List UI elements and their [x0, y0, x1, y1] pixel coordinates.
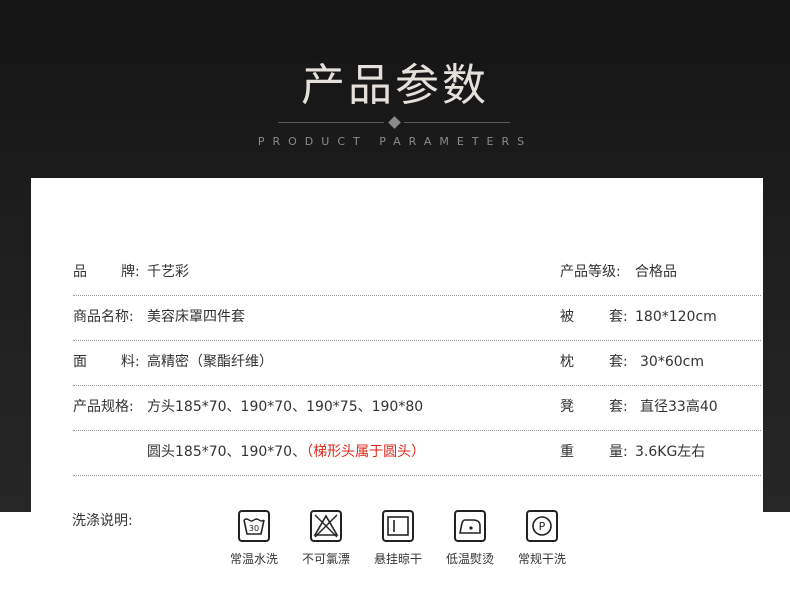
- stool-label-b: 套:: [609, 399, 628, 415]
- spec-round-value: 圆头185*70、190*70、（梯形头属于圆头）: [147, 444, 426, 460]
- low-iron-icon: [454, 510, 486, 542]
- stool-value: 直径33高40: [640, 399, 718, 415]
- brand-label-a: 品: [73, 264, 87, 280]
- grade-value: 合格品: [635, 264, 677, 280]
- no-bleach-icon: [310, 510, 342, 542]
- brand-label-b: 牌:: [121, 264, 140, 280]
- param-row-spec-round: 圆头185*70、190*70、（梯形头属于圆头） 重 量: 3.6KG左右: [73, 430, 761, 476]
- product-name-value: 美容床罩四件套: [147, 309, 245, 325]
- grade-label: 产品等级:: [560, 264, 621, 280]
- duvet-value: 180*120cm: [635, 309, 717, 325]
- page-subtitle: PRODUCT PARAMETERS: [257, 135, 533, 148]
- care-item-hang-dry: 悬挂晾干: [363, 510, 433, 567]
- param-row-brand: 品 牌: 千艺彩 产品等级: 合格品: [73, 250, 761, 296]
- param-row-product-name: 商品名称: 美容床罩四件套 被 套: 180*120cm: [73, 295, 761, 341]
- material-value: 高精密（聚酯纤维）: [147, 354, 273, 370]
- material-label-a: 面: [73, 354, 87, 370]
- pillow-value: 30*60cm: [640, 354, 704, 370]
- product-name-label: 商品名称:: [73, 309, 134, 325]
- svg-text:30: 30: [249, 524, 259, 533]
- care-caption-hang-dry: 悬挂晾干: [373, 552, 422, 566]
- dry-clean-icon: P: [526, 510, 558, 542]
- care-caption-low-iron: 低温熨烫: [445, 552, 494, 566]
- spec-square-value: 方头185*70、190*70、190*75、190*80: [147, 399, 424, 415]
- duvet-label-a: 被: [560, 309, 574, 325]
- spec-label: 产品规格:: [73, 399, 134, 415]
- title-divider-left: [278, 122, 384, 123]
- weight-value: 3.6KG左右: [635, 444, 706, 460]
- pillow-label-a: 枕: [560, 354, 574, 370]
- care-item-no-bleach: 不可氯漂: [291, 510, 361, 567]
- washing-instructions-label: 洗涤说明:: [72, 513, 133, 529]
- duvet-label-b: 套:: [609, 309, 628, 325]
- title-divider-right: [404, 122, 510, 123]
- brand-value: 千艺彩: [147, 264, 189, 280]
- stool-label-a: 凳: [560, 399, 574, 415]
- page-title: 产品参数: [301, 60, 489, 111]
- pillow-label-b: 套:: [609, 354, 628, 370]
- wash-30-icon: 30: [238, 510, 270, 542]
- material-label-b: 料:: [121, 354, 140, 370]
- svg-text:P: P: [539, 520, 546, 533]
- weight-label-b: 量:: [609, 444, 628, 460]
- param-row-material: 面 料: 高精密（聚酯纤维） 枕 套: 30*60cm: [73, 340, 761, 386]
- care-caption-wash: 常温水洗: [229, 552, 278, 566]
- care-item-wash: 30 常温水洗: [219, 510, 289, 567]
- hang-dry-icon: [382, 510, 414, 542]
- trapezoid-note: （梯形头属于圆头）: [306, 444, 426, 460]
- care-caption-no-bleach: 不可氯漂: [301, 552, 350, 566]
- care-caption-dry-clean: 常规干洗: [517, 552, 566, 566]
- param-row-spec: 产品规格: 方头185*70、190*70、190*75、190*80 凳 套:…: [73, 385, 761, 431]
- care-item-dry-clean: P 常规干洗: [507, 510, 577, 567]
- weight-label-a: 重: [560, 444, 574, 460]
- care-item-low-iron: 低温熨烫: [435, 510, 505, 567]
